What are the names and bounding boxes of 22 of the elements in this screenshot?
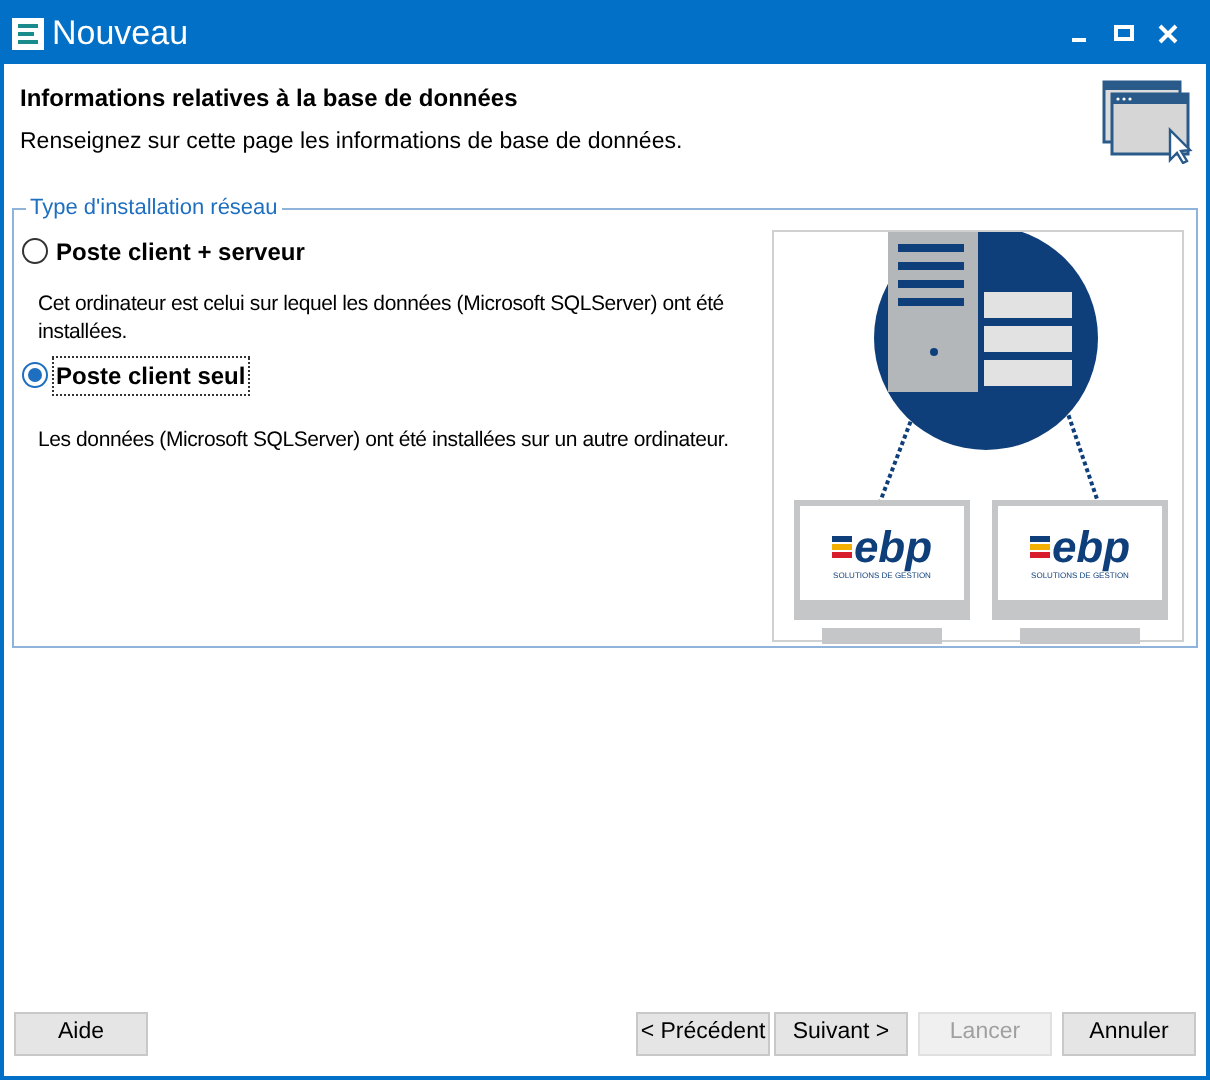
radio-button[interactable] xyxy=(22,238,48,264)
close-button[interactable] xyxy=(1158,24,1178,44)
maximize-button[interactable] xyxy=(1114,24,1134,44)
brand-logo: ebp xyxy=(853,525,933,569)
page-title: Informations relatives à la base de données xyxy=(20,82,520,116)
brand-logo: ebp xyxy=(1051,525,1131,569)
page-subtitle: Renseignez sur cette page les informations de base de données. xyxy=(20,128,685,158)
window-cursor-icon xyxy=(1102,80,1194,164)
window-title: Nouveau xyxy=(52,12,189,57)
group-legend: Type d'installation réseau xyxy=(26,192,282,225)
dialog-button[interactable]: Suivant > xyxy=(774,1012,908,1056)
dialog-button[interactable]: < Précédent xyxy=(636,1012,770,1056)
dialog-button[interactable]: Annuler xyxy=(1062,1012,1196,1056)
logo-stripes-icon xyxy=(831,532,852,562)
radio-button[interactable] xyxy=(22,362,48,388)
option-description: Cet ordinateur est celui sur lequel les données (Microsoft SQLServer) ont été installées. xyxy=(38,289,726,345)
radio-label[interactable]: Poste client + serveur xyxy=(54,233,307,269)
radio-label[interactable]: Poste client seul xyxy=(54,357,248,393)
option-description: Les données (Microsoft SQLServer) ont été installées sur un autre ordinateur. xyxy=(38,425,731,453)
app-icon xyxy=(12,18,44,50)
dialog-button[interactable]: Aide xyxy=(14,1012,148,1056)
logo-stripes-icon xyxy=(1029,532,1050,562)
